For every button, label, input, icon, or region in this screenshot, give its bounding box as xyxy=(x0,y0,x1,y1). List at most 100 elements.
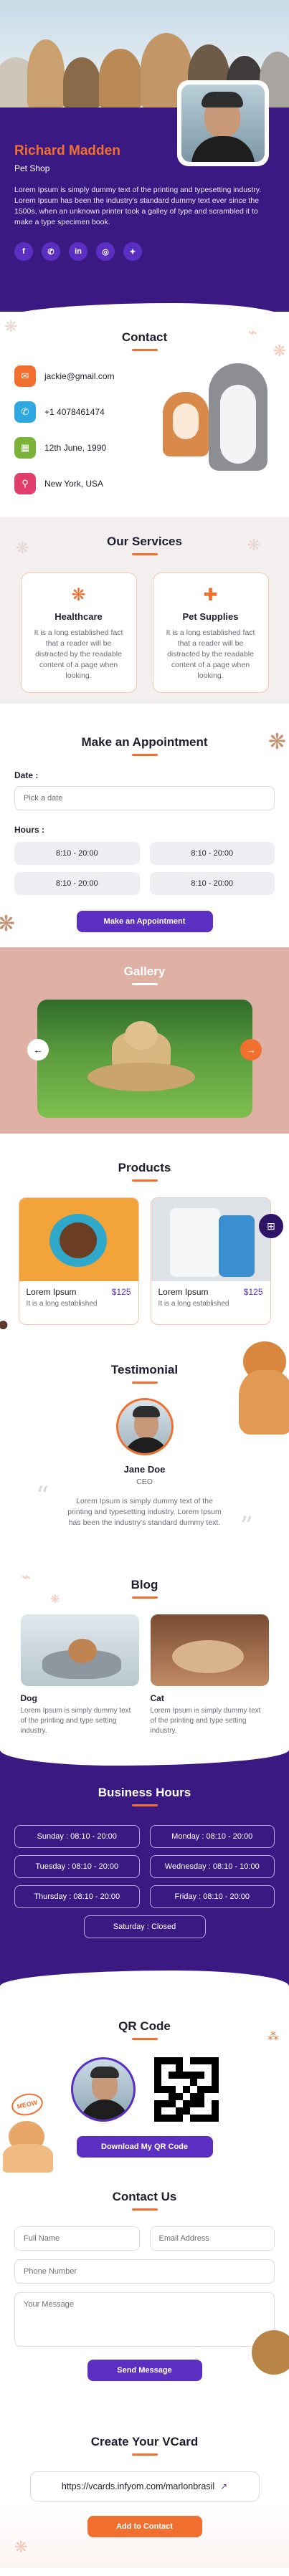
bone-decoration-icon: ⌁ xyxy=(247,323,257,341)
qr-module xyxy=(189,2057,197,2064)
section-title: Blog xyxy=(131,1578,158,1591)
title-underline xyxy=(131,2038,158,2040)
qr-module xyxy=(161,2086,169,2093)
hours-saturday: Saturday : Closed xyxy=(83,1915,206,1938)
vcard-page: Richard Madden Pet Shop Lorem Ipsum is s… xyxy=(0,0,289,2568)
pet-bowl-decoration: ● xyxy=(0,1313,9,1335)
message-textarea[interactable]: Your Message xyxy=(14,2292,275,2347)
qr-module xyxy=(153,2107,161,2115)
kitten-illustration xyxy=(3,2121,53,2173)
pet-illustration xyxy=(99,49,142,107)
qr-module xyxy=(196,2079,204,2086)
qr-module xyxy=(196,2064,204,2072)
product-name: Lorem Ipsum xyxy=(26,1287,77,1297)
make-appointment-button[interactable]: Make an Appointment xyxy=(76,911,213,932)
linkedin-icon: in xyxy=(75,247,82,256)
time-slot-button[interactable]: 8:10 - 20:00 xyxy=(14,842,140,865)
testimonial-section: Testimonial Jane Doe CEO Lorem Ipsum is … xyxy=(0,1341,289,1564)
product-description: It is a long established xyxy=(26,1300,98,1308)
title-underline xyxy=(131,983,158,985)
contact-glyph: ✉ xyxy=(21,370,29,381)
title-underline xyxy=(131,754,158,756)
pet-food-decoration: ⁂ xyxy=(267,2031,279,2043)
external-link-icon[interactable]: ↗ xyxy=(220,2481,227,2491)
gallery-next-button[interactable]: → xyxy=(240,1039,262,1060)
download-qr-button[interactable]: Download My QR Code xyxy=(76,2136,213,2158)
send-message-button[interactable]: Send Message xyxy=(87,2360,202,2381)
blog-image xyxy=(20,1614,139,1686)
qr-module xyxy=(168,2079,176,2086)
time-slot-button[interactable]: 8:10 - 20:00 xyxy=(14,872,140,895)
testimonial-name: Jane Doe xyxy=(123,1464,166,1475)
time-slot-button[interactable]: 8:10 - 20:00 xyxy=(149,872,275,895)
section-title: Make an Appointment xyxy=(81,735,208,749)
qr-module xyxy=(196,2093,204,2100)
vcard-url[interactable]: https://vcards.infyom.com/marlonbrasil xyxy=(62,2481,214,2491)
contact-glyph: ⚲ xyxy=(22,478,29,489)
blog-title: Dog xyxy=(20,1693,37,1703)
section-title: Products xyxy=(118,1161,171,1174)
qr-module xyxy=(161,2115,169,2122)
qr-module xyxy=(182,2072,190,2079)
linkedin-button[interactable]: in xyxy=(69,242,87,261)
paw-decoration-icon: ❋ xyxy=(0,912,16,936)
vcard-url-box[interactable]: https://vcards.infyom.com/marlonbrasil ↗ xyxy=(29,2471,260,2501)
blog-cards: Dog Lorem Ipsum is simply dummy text of t… xyxy=(0,1614,289,1736)
paw-decoration-icon: ❋ xyxy=(14,2538,28,2556)
qr-module xyxy=(175,2093,183,2100)
qr-module xyxy=(168,2100,176,2107)
qr-module xyxy=(189,2086,197,2093)
gallery-prev-button[interactable]: ← xyxy=(27,1039,49,1060)
product-image xyxy=(19,1198,138,1281)
twitter-button[interactable]: ✦ xyxy=(123,242,142,261)
section-title: Gallery xyxy=(123,964,166,978)
date-picker-input[interactable]: Pick a date xyxy=(14,786,275,810)
whatsapp-button[interactable]: ✆ xyxy=(42,242,60,261)
product-header: Lorem Ipsum $125 xyxy=(151,1281,270,1297)
qr-module xyxy=(182,2057,190,2064)
qr-module xyxy=(168,2107,176,2115)
paw-decoration-icon: ❋ xyxy=(16,539,29,557)
time-slot-button[interactable]: 8:10 - 20:00 xyxy=(149,842,275,865)
qr-module xyxy=(204,2079,212,2086)
qr-module xyxy=(204,2086,212,2093)
qr-module xyxy=(189,2093,197,2100)
email-input[interactable]: Email Address xyxy=(149,2226,275,2251)
cat-illustration xyxy=(236,1341,289,1435)
qr-module xyxy=(211,2079,219,2086)
qr-module xyxy=(175,2086,183,2093)
blog-card[interactable]: Dog Lorem Ipsum is simply dummy text of t… xyxy=(20,1614,139,1736)
qr-module xyxy=(182,2064,190,2072)
add-to-contact-button[interactable]: Add to Contact xyxy=(87,2516,202,2537)
phone-input[interactable]: Phone Number xyxy=(14,2259,275,2284)
instagram-icon: ◎ xyxy=(102,247,109,257)
quote-close-icon: ” xyxy=(240,1512,253,1541)
full-name-input[interactable]: Full Name xyxy=(14,2226,140,2251)
qr-module xyxy=(168,2072,176,2079)
qr-module xyxy=(196,2057,204,2064)
profile-description: Lorem Ipsum is simply dummy text of the … xyxy=(14,186,262,226)
product-price: $125 xyxy=(243,1287,263,1297)
instagram-button[interactable]: ◎ xyxy=(96,242,115,261)
qr-module xyxy=(211,2064,219,2072)
qr-module xyxy=(196,2115,204,2122)
paw-decoration-icon: ❋ xyxy=(247,536,260,554)
paw-decoration-icon: ❋ xyxy=(273,342,286,360)
qr-module xyxy=(153,2064,161,2072)
qr-module xyxy=(161,2057,169,2064)
product-name: Lorem Ipsum xyxy=(158,1287,209,1297)
phone-icon: ✆ xyxy=(14,401,36,423)
product-card[interactable]: Lorem Ipsum $125 It is a long established xyxy=(150,1197,271,1325)
qr-module xyxy=(175,2115,183,2122)
apps-floating-button[interactable]: ⊞ xyxy=(259,1214,283,1238)
contact-form-section: Contact Us Full Name Email Address Phone… xyxy=(0,2173,289,2402)
testimonial-avatar xyxy=(115,1398,174,1455)
hours-item: Tuesday : 08:10 - 20:00 xyxy=(14,1855,140,1878)
facebook-button[interactable]: f xyxy=(14,242,33,261)
blog-card[interactable]: Cat Lorem Ipsum is simply dummy text of t… xyxy=(150,1614,269,1736)
title-underline xyxy=(131,1596,158,1599)
product-card[interactable]: Lorem Ipsum $125 It is a long established xyxy=(18,1197,139,1325)
product-price: $125 xyxy=(111,1287,131,1297)
service-card: ❋ Healthcare It is a long established fact… xyxy=(20,573,137,693)
pet-illustration xyxy=(27,39,65,107)
